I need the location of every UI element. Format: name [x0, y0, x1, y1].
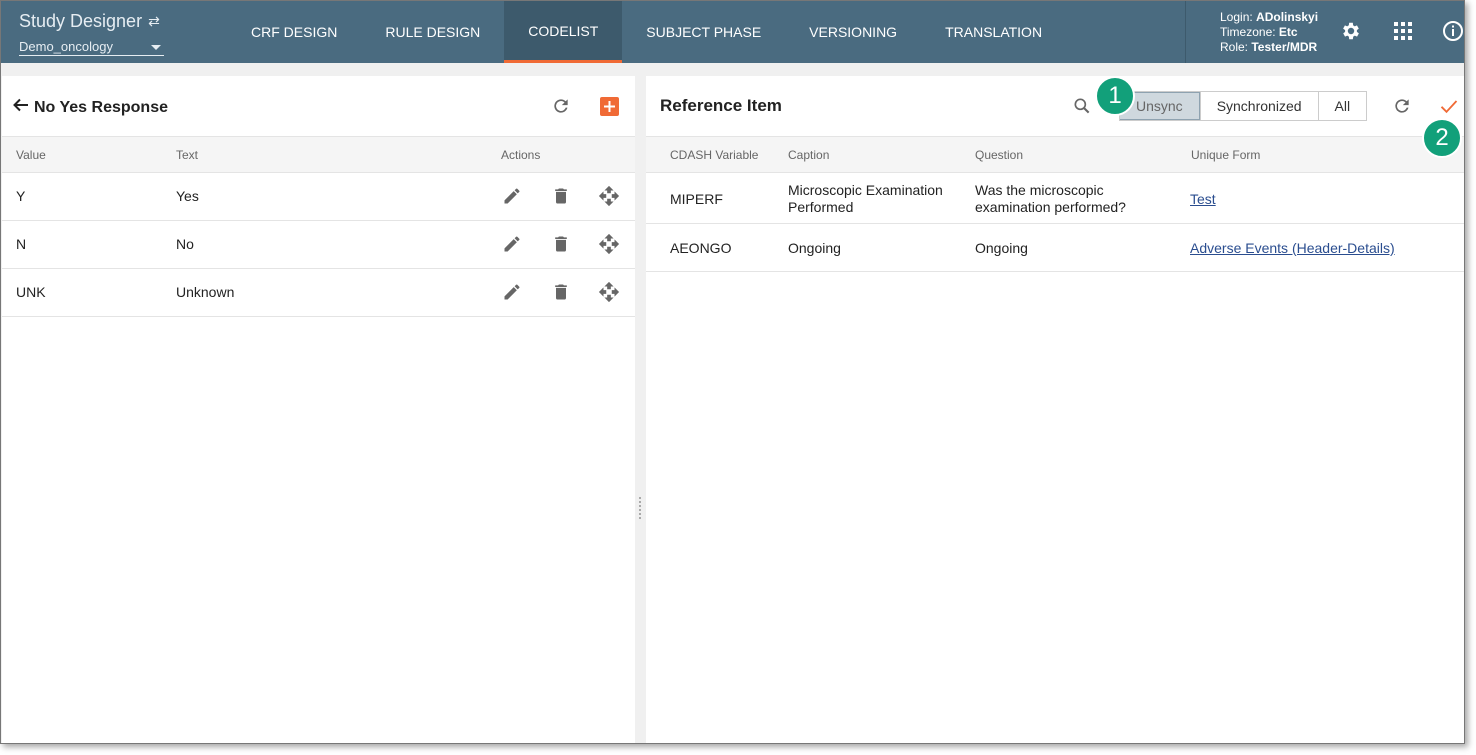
tab-versioning[interactable]: VERSIONING: [785, 1, 921, 63]
move-icon[interactable]: [598, 233, 620, 258]
column-header-actions: Actions: [501, 148, 541, 162]
role-value: Tester/MDR: [1251, 40, 1318, 54]
table-row[interactable]: AEONGO Ongoing Ongoing Adverse Events (H…: [646, 224, 1464, 272]
codelist-items-panel: No Yes Response Value Text Actions Y Yes…: [2, 76, 635, 743]
study-name: Demo_oncology: [19, 39, 113, 54]
panel-resize-handle[interactable]: [637, 495, 642, 519]
column-header-question: Question: [975, 148, 1024, 162]
login-label: Login:: [1220, 10, 1253, 24]
login-value: ADolinskyi: [1256, 10, 1319, 24]
move-icon[interactable]: [598, 281, 620, 306]
column-header-value: Value: [16, 148, 46, 162]
row-value: N: [16, 236, 27, 252]
apps-grid-icon[interactable]: [1391, 19, 1415, 43]
table-header: CDASH Variable Caption Question Unique F…: [646, 136, 1464, 173]
callout-badge-2: 2: [1422, 118, 1462, 158]
row-caption: Ongoing: [788, 240, 841, 256]
role-label: Role:: [1220, 40, 1249, 54]
search-icon[interactable]: [1071, 95, 1093, 117]
filter-all[interactable]: All: [1317, 92, 1367, 120]
sync-filter: Unsync Synchronized All: [1119, 91, 1368, 121]
tab-crf-design[interactable]: CRF DESIGN: [227, 1, 361, 63]
table-row: Y Yes: [2, 173, 635, 221]
table-row: N No: [2, 221, 635, 269]
timezone-label: Timezone:: [1220, 25, 1276, 39]
row-value: Y: [16, 188, 26, 204]
row-question: Ongoing: [975, 240, 1028, 256]
edit-icon[interactable]: [502, 186, 522, 209]
reference-item-panel: Reference Item Unsync Synchronized All C…: [646, 76, 1464, 743]
app-window: Study Designer ⇄ Demo_oncology CRF DESIG…: [0, 0, 1465, 744]
unique-form-link[interactable]: Test: [1190, 191, 1216, 207]
settings-icon[interactable]: [1339, 19, 1363, 43]
row-caption: Microscopic Examination Performed: [788, 182, 943, 215]
tab-translation[interactable]: TRANSLATION: [921, 1, 1066, 63]
timezone-value: Etc: [1278, 25, 1298, 39]
panel-header: No Yes Response: [12, 96, 168, 119]
add-item-icon[interactable]: [598, 95, 620, 117]
app-title-switcher[interactable]: Study Designer ⇄: [19, 11, 160, 32]
delete-icon[interactable]: [551, 186, 571, 209]
synchronize-check-icon[interactable]: [1438, 95, 1460, 117]
top-navigation-bar: Study Designer ⇄ Demo_oncology CRF DESIG…: [1, 1, 1464, 63]
caret-down-icon: [151, 45, 161, 50]
row-text: Unknown: [176, 284, 235, 300]
row-text: No: [176, 236, 194, 252]
tab-rule-design[interactable]: RULE DESIGN: [361, 1, 504, 63]
table-row: UNK Unknown: [2, 269, 635, 317]
row-cdash-variable: MIPERF: [670, 191, 723, 207]
tab-subject-phase[interactable]: SUBJECT PHASE: [622, 1, 785, 63]
row-question: Was the microscopic examination performe…: [975, 182, 1126, 215]
row-text: Yes: [176, 188, 199, 204]
info-icon[interactable]: [1441, 19, 1464, 43]
unique-form-link[interactable]: Adverse Events (Header-Details): [1190, 240, 1395, 256]
main-tabs: CRF DESIGN RULE DESIGN CODELIST SUBJECT …: [227, 1, 1066, 63]
edit-icon[interactable]: [502, 282, 522, 305]
codelist-title: No Yes Response: [34, 98, 168, 116]
column-header-cdash-variable: CDASH Variable: [670, 148, 759, 162]
row-cdash-variable: AEONGO: [670, 240, 732, 256]
delete-icon[interactable]: [551, 234, 571, 257]
tab-codelist[interactable]: CODELIST: [504, 1, 623, 63]
move-icon[interactable]: [598, 185, 620, 210]
column-header-text: Text: [176, 148, 199, 162]
refresh-icon[interactable]: [1391, 95, 1413, 117]
brand: Study Designer ⇄ Demo_oncology: [19, 11, 164, 56]
delete-icon[interactable]: [551, 282, 571, 305]
edit-icon[interactable]: [502, 234, 522, 257]
study-selector[interactable]: Demo_oncology: [19, 39, 164, 56]
callout-badge-1: 1: [1095, 76, 1135, 116]
swap-icon[interactable]: ⇄: [148, 13, 160, 30]
refresh-icon[interactable]: [550, 95, 572, 117]
table-header: Value Text Actions: [2, 136, 635, 173]
filter-synchronized[interactable]: Synchronized: [1199, 92, 1318, 120]
user-info: Login: ADolinskyi Timezone: Etc Role: Te…: [1185, 1, 1318, 63]
table-row[interactable]: MIPERF Microscopic Examination Performed…: [646, 173, 1464, 224]
column-header-unique-form: Unique Form: [1191, 148, 1261, 162]
app-title: Study Designer: [19, 11, 143, 31]
row-value: UNK: [16, 284, 46, 300]
column-header-caption: Caption: [788, 148, 830, 162]
reference-item-title: Reference Item: [660, 96, 782, 115]
back-arrow-icon[interactable]: [12, 96, 30, 119]
